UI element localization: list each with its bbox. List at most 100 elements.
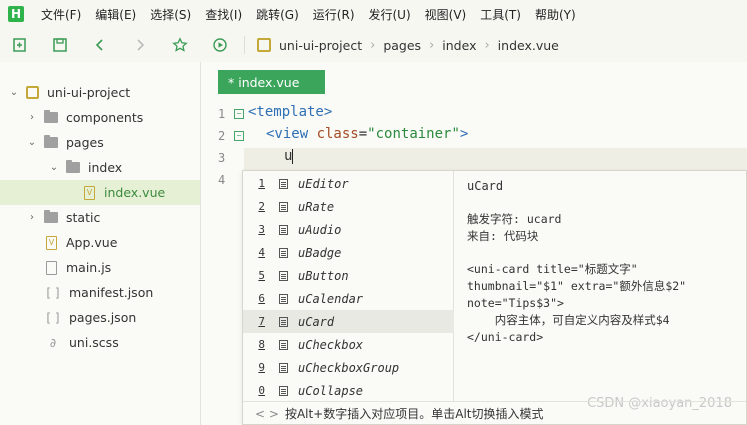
forward-icon[interactable]	[120, 28, 160, 62]
tree-item-label: static	[66, 210, 101, 225]
autocomplete-detail: uCard 触发字符: ucard 来自: 代码块 <uni-card titl…	[455, 171, 747, 401]
autocomplete-item[interactable]: 2 uRate	[243, 195, 454, 218]
tree-item-label: components	[66, 110, 144, 125]
current-line-highlight	[244, 148, 747, 170]
autocomplete-label: uCalendar	[298, 291, 364, 306]
menu-file[interactable]: 文件(F)	[34, 6, 88, 23]
line-number: 3	[218, 151, 226, 165]
menu-edit[interactable]: 编辑(E)	[88, 6, 143, 23]
gutter-line: 2 −	[202, 126, 262, 148]
code-line-2: <view class="container">	[266, 126, 468, 148]
snippet-icon	[279, 224, 288, 235]
project-explorer: ⌄ uni-ui-project › components ⌄ pages ⌄ …	[0, 62, 201, 425]
detail-code-line: 内容主体，可自定义内容及样式$4	[467, 313, 670, 327]
menu-tools[interactable]: 工具(T)	[473, 6, 528, 23]
text-cursor	[292, 148, 294, 164]
folder-icon	[44, 110, 58, 123]
detail-code-line: thumbnail="$1" extra="额外信息$2"	[467, 279, 687, 293]
autocomplete-item[interactable]: 9 uCheckboxGroup	[243, 356, 454, 379]
chevron-right-icon[interactable]: ›	[26, 112, 38, 123]
vue-file-icon: V	[46, 235, 57, 250]
menu-publish[interactable]: 发行(U)	[362, 6, 418, 23]
breadcrumb-project[interactable]: uni-ui-project	[279, 38, 362, 53]
code-token: u	[284, 148, 293, 164]
folder-open-icon	[44, 135, 58, 148]
shortcut-number: 1	[258, 177, 265, 190]
menu-run[interactable]: 运行(R)	[306, 6, 362, 23]
tree-item-index-folder[interactable]: ⌄ index	[0, 155, 200, 180]
tree-item-components[interactable]: › components	[0, 105, 200, 130]
project-icon	[257, 38, 271, 52]
code-line-3: u	[284, 148, 294, 170]
autocomplete-item[interactable]: 1 uEditor	[243, 172, 454, 195]
hbuilder-logo-icon: H	[8, 6, 24, 22]
code-line-1: <template>	[248, 104, 332, 126]
autocomplete-label: uBadge	[298, 245, 342, 260]
menu-view[interactable]: 视图(V)	[418, 6, 474, 23]
tree-item-index-vue[interactable]: V index.vue	[0, 180, 200, 205]
autocomplete-item[interactable]: 3 uAudio	[243, 218, 454, 241]
snippet-icon	[279, 385, 288, 396]
autocomplete-item[interactable]: 8 uCheckbox	[243, 333, 454, 356]
fold-icon[interactable]: −	[234, 131, 244, 141]
autocomplete-popup: 1 uEditor 2 uRate 3 uAudio 4 uBadge 5 uB…	[242, 170, 747, 425]
tree-item-pages-json[interactable]: [ ] pages.json	[0, 305, 200, 330]
tree-item-manifest[interactable]: [ ] manifest.json	[0, 280, 200, 305]
save-icon[interactable]	[40, 28, 80, 62]
chevron-down-icon[interactable]: ⌄	[8, 87, 20, 98]
tree-item-project[interactable]: ⌄ uni-ui-project	[0, 80, 200, 105]
menu-find[interactable]: 查找(I)	[198, 6, 249, 23]
menu-select[interactable]: 选择(S)	[143, 6, 198, 23]
tree-item-uni-scss[interactable]: ∂ uni.scss	[0, 330, 200, 355]
autocomplete-item[interactable]: 6 uCalendar	[243, 287, 454, 310]
breadcrumb-file[interactable]: index.vue	[498, 38, 559, 53]
chevron-icon[interactable]: < >	[255, 407, 279, 421]
autocomplete-label: uEditor	[298, 176, 349, 191]
footer-hint: 按Alt+数字插入对应项目。单击Alt切换插入模式	[284, 407, 544, 421]
detail-source: 来自: 代码块	[467, 229, 539, 243]
shortcut-number: 6	[258, 292, 265, 305]
menu-help[interactable]: 帮助(Y)	[528, 6, 583, 23]
tab-index-vue[interactable]: * index.vue	[218, 70, 325, 94]
chevron-down-icon[interactable]: ⌄	[26, 137, 38, 148]
tree-item-main-js[interactable]: main.js	[0, 255, 200, 280]
tree-item-static[interactable]: › static	[0, 205, 200, 230]
autocomplete-item[interactable]: 5 uButton	[243, 264, 454, 287]
json-file-icon: [ ]	[46, 285, 60, 300]
breadcrumb-pages[interactable]: pages	[383, 38, 421, 53]
star-icon[interactable]	[160, 28, 200, 62]
chevron-right-icon[interactable]: ›	[26, 212, 38, 223]
run-icon[interactable]	[200, 28, 240, 62]
snippet-icon	[279, 339, 288, 350]
shortcut-number: 9	[258, 361, 265, 374]
snippet-icon	[279, 247, 288, 258]
autocomplete-item-selected[interactable]: 7 uCard	[243, 310, 454, 333]
back-icon[interactable]	[80, 28, 120, 62]
shortcut-number: 0	[258, 384, 265, 397]
tree-item-label: pages	[66, 135, 104, 150]
shortcut-number: 3	[258, 223, 265, 236]
tree-item-label: index	[88, 160, 123, 175]
autocomplete-item[interactable]: 0 uCollapse	[243, 379, 454, 402]
menu-bar: H 文件(F) 编辑(E) 选择(S) 查找(I) 跳转(G) 运行(R) 发行…	[0, 0, 747, 28]
autocomplete-item[interactable]: 4 uBadge	[243, 241, 454, 264]
tree-item-app-vue[interactable]: V App.vue	[0, 230, 200, 255]
code-token: >	[459, 126, 469, 142]
tree-item-label: App.vue	[66, 235, 118, 250]
shortcut-number: 7	[258, 315, 265, 328]
new-file-icon[interactable]	[0, 28, 40, 62]
line-number: 1	[218, 107, 226, 121]
tree-item-pages[interactable]: ⌄ pages	[0, 130, 200, 155]
chevron-down-icon[interactable]: ⌄	[48, 162, 60, 173]
snippet-icon	[279, 362, 288, 373]
fold-icon[interactable]: −	[234, 109, 244, 119]
chevron-right-icon: ›	[370, 37, 376, 53]
detail-spacer	[467, 245, 735, 261]
breadcrumb-index[interactable]: index	[442, 38, 476, 53]
snippet-icon	[279, 316, 288, 327]
line-number: 2	[218, 129, 226, 143]
code-token: =	[358, 126, 368, 142]
toolbar: uni-ui-project › pages › index › index.v…	[0, 28, 747, 62]
menu-goto[interactable]: 跳转(G)	[249, 6, 306, 23]
detail-code-line: note="Tips$3">	[467, 296, 564, 310]
